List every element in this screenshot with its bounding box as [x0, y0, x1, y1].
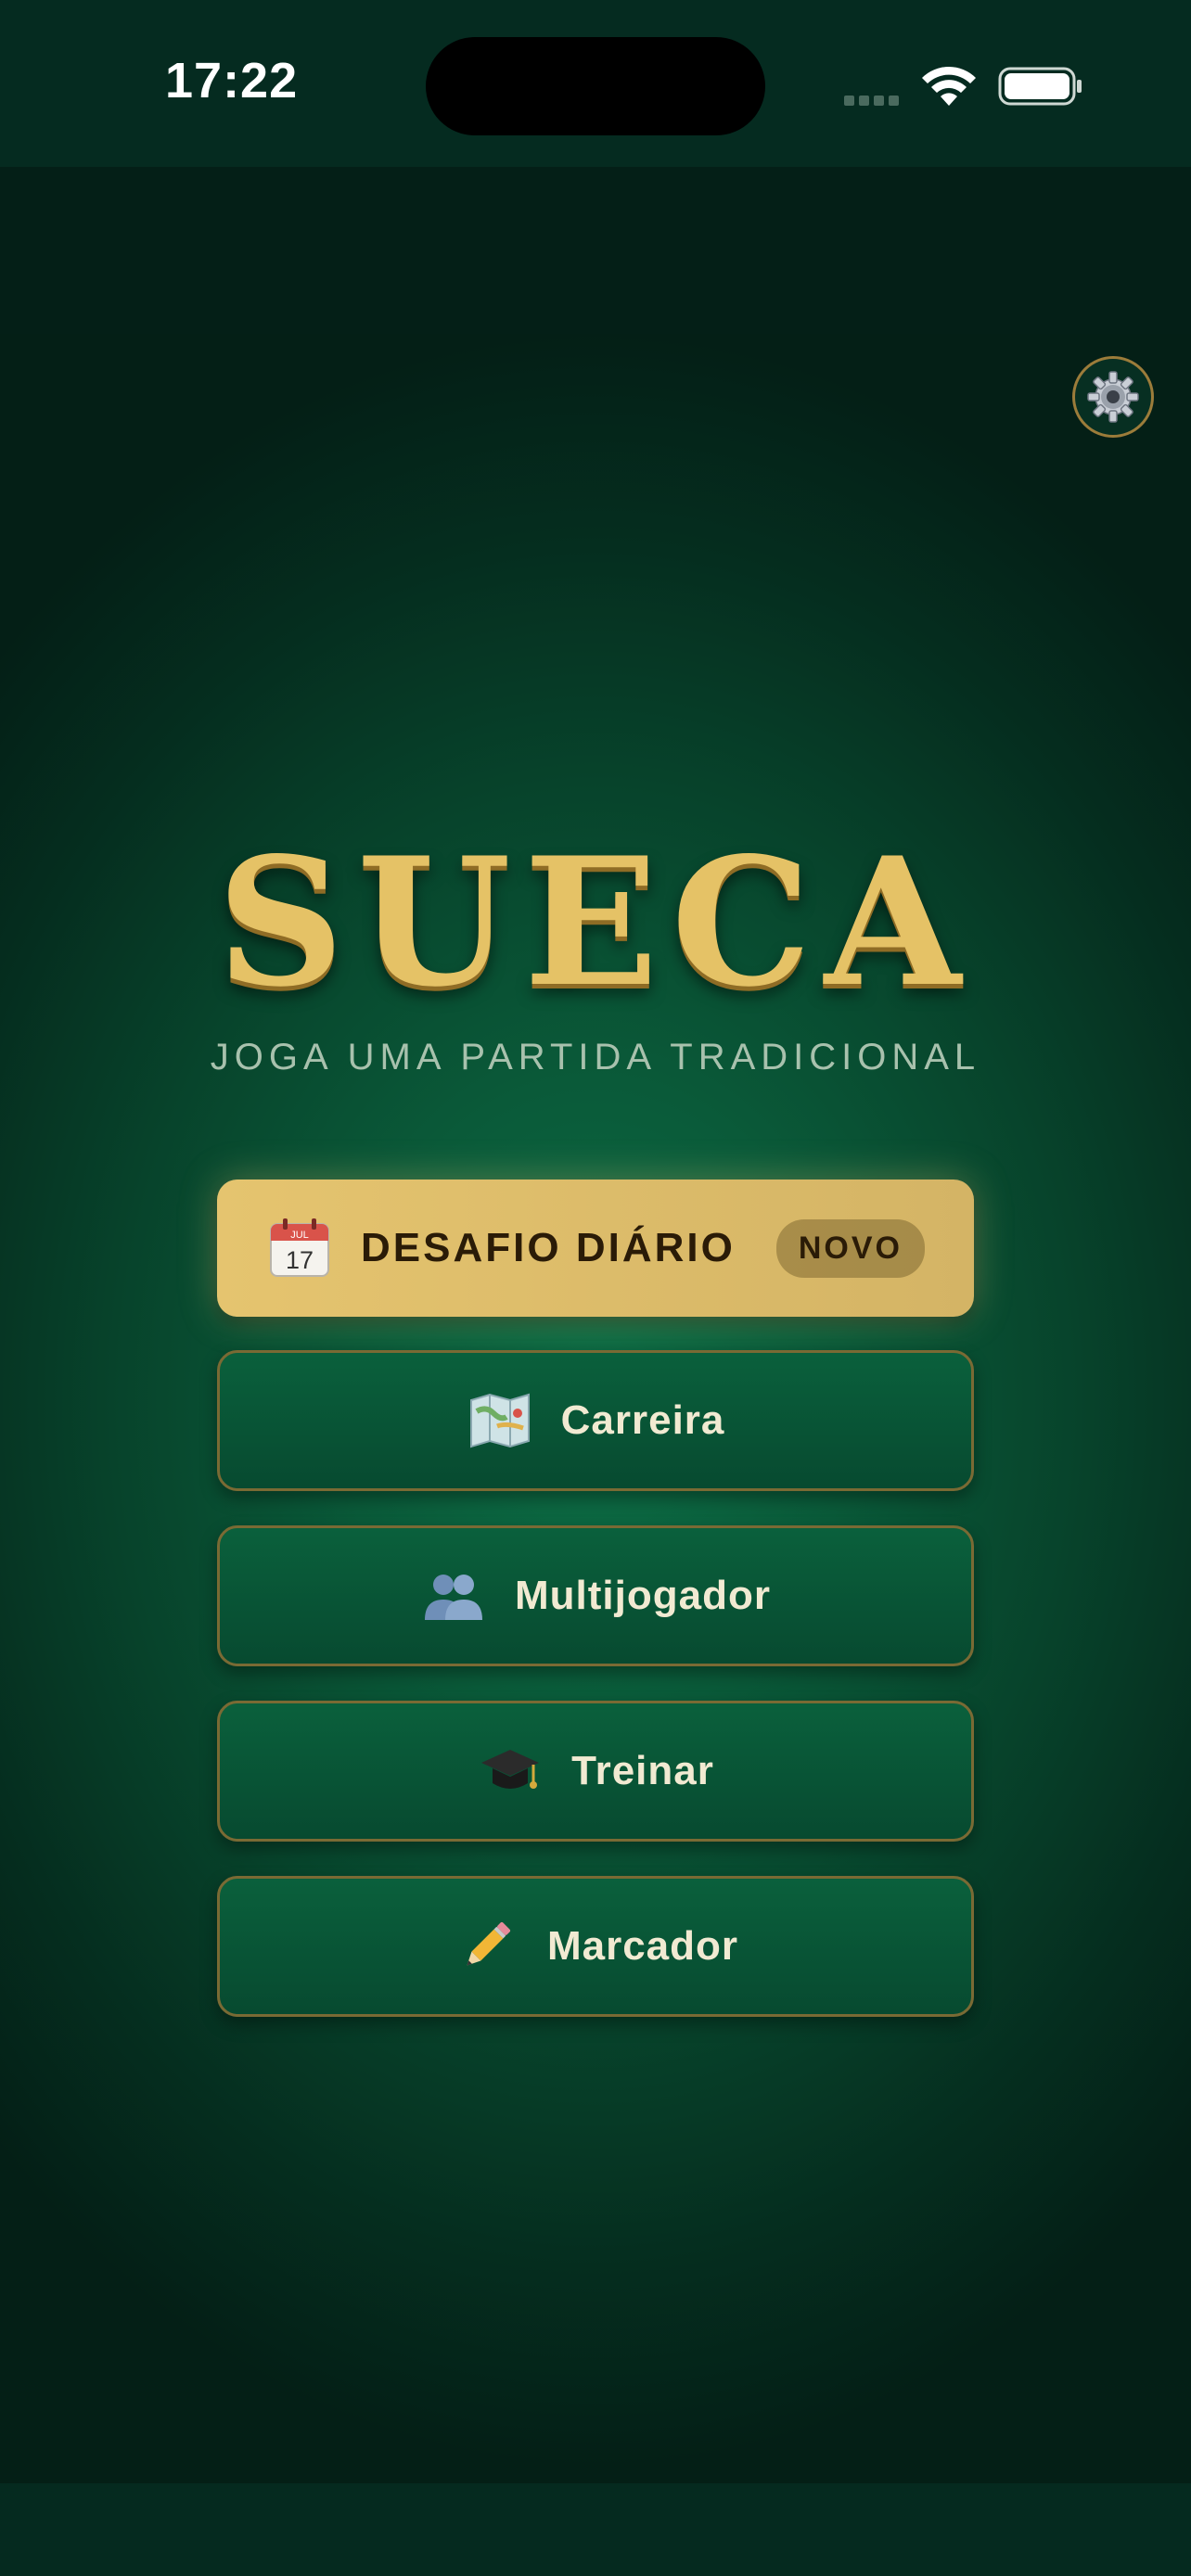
svg-text:17: 17	[286, 1246, 314, 1274]
dynamic-island	[426, 37, 765, 135]
daily-challenge-button[interactable]: JUL 17 DESAFIO DIÁRIO NOVO	[217, 1180, 974, 1317]
new-badge: NOVO	[775, 1218, 925, 1278]
gear-icon	[1087, 371, 1139, 423]
career-label: Carreira	[560, 1397, 725, 1443]
home-indicator-area	[0, 2483, 1191, 2576]
settings-button[interactable]	[1072, 356, 1154, 438]
wifi-icon	[922, 66, 976, 106]
status-bar: 17:22	[0, 0, 1191, 167]
multiplayer-label: Multijogador	[515, 1573, 771, 1618]
career-button[interactable]: Carreira	[217, 1350, 974, 1491]
app-title: SUECA	[216, 819, 975, 1026]
battery-icon	[998, 67, 1082, 106]
svg-text:JUL: JUL	[290, 1230, 309, 1241]
calendar-icon: JUL 17	[266, 1215, 333, 1282]
map-icon	[467, 1387, 533, 1454]
graduation-cap-icon	[477, 1738, 544, 1804]
app-screen: 17:22 SUECA JOGA UMA PARTIDA TRADICIONAL…	[0, 0, 1191, 2576]
signal-icon	[844, 94, 905, 106]
train-button[interactable]: Treinar	[217, 1701, 974, 1842]
daily-challenge-label: DESAFIO DIÁRIO	[361, 1225, 736, 1270]
train-label: Treinar	[571, 1748, 714, 1793]
app-subtitle: JOGA UMA PARTIDA TRADICIONAL	[210, 1037, 981, 1078]
multiplayer-button[interactable]: Multijogador	[217, 1525, 974, 1666]
scorer-button[interactable]: Marcador	[217, 1876, 974, 2017]
users-icon	[420, 1562, 487, 1629]
status-time: 17:22	[165, 53, 299, 108]
scorer-label: Marcador	[546, 1923, 739, 1969]
nav-bar	[0, 167, 1191, 334]
pencil-icon	[453, 1913, 519, 1980]
